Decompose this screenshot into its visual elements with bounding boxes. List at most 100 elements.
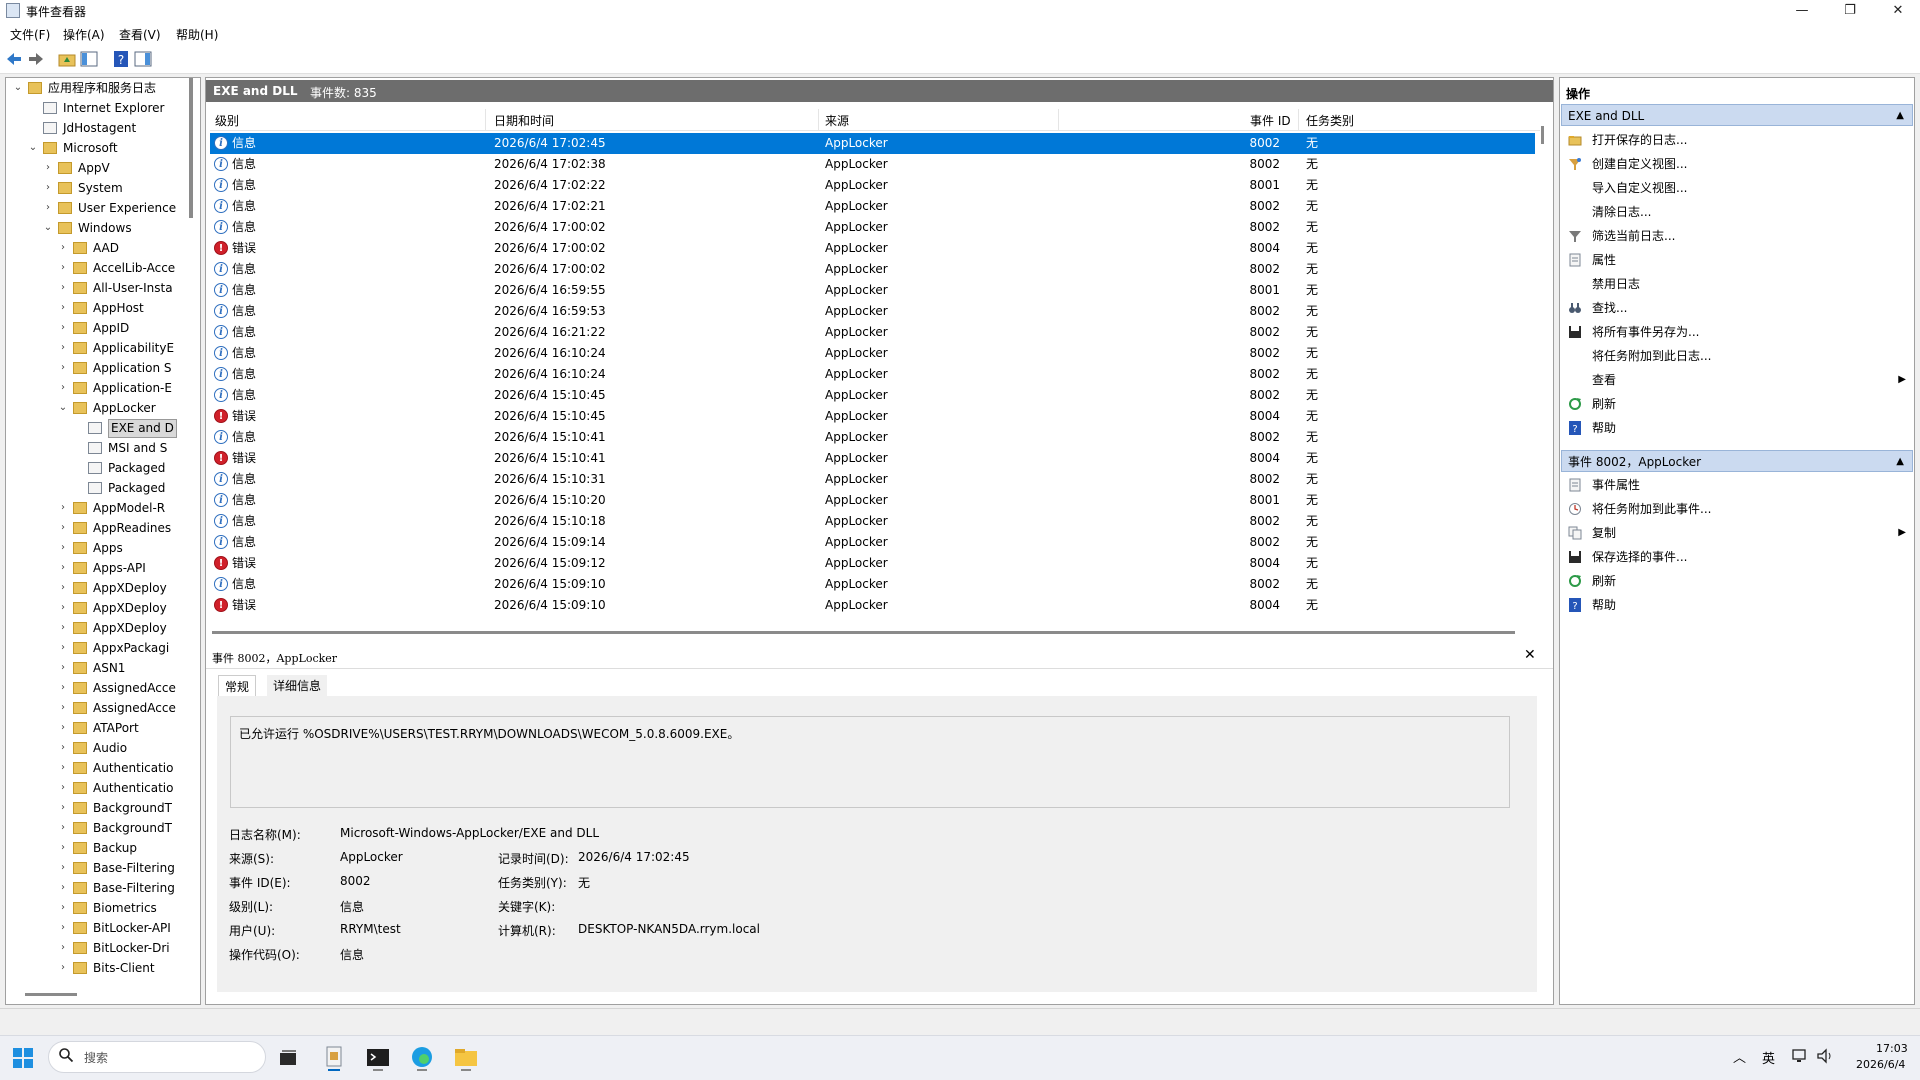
- tree-node[interactable]: › Audio: [6, 738, 186, 758]
- tree-node[interactable]: › BackgroundT: [6, 798, 186, 818]
- action-item[interactable]: 属性: [1562, 249, 1912, 271]
- action-item[interactable]: 复制 ▶: [1562, 522, 1912, 544]
- tree-node[interactable]: › AccelLib-Acce: [6, 258, 186, 278]
- tree-node[interactable]: Internet Explorer: [6, 98, 186, 118]
- chevron-right-icon[interactable]: ›: [57, 318, 69, 338]
- chevron-right-icon[interactable]: ›: [57, 818, 69, 838]
- action-item[interactable]: 打开保存的日志...: [1562, 129, 1912, 151]
- chevron-right-icon[interactable]: ›: [57, 638, 69, 658]
- column-datetime[interactable]: 日期和时间: [494, 112, 554, 129]
- tree-node[interactable]: MSI and S: [6, 438, 186, 458]
- event-description[interactable]: 已允许运行 %OSDRIVE%\USERS\TEST.RRYM\DOWNLOAD…: [230, 716, 1510, 808]
- event-row[interactable]: i 信息 2026/6/4 17:00:02 AppLocker 8002 无: [210, 217, 1535, 238]
- chevron-right-icon[interactable]: ›: [57, 498, 69, 518]
- tree-node[interactable]: › Application-E: [6, 378, 186, 398]
- tree-node[interactable]: › Base-Filtering: [6, 858, 186, 878]
- chevron-right-icon[interactable]: ›: [57, 858, 69, 878]
- column-separator[interactable]: [485, 109, 486, 131]
- tree-node[interactable]: › BitLocker-API: [6, 918, 186, 938]
- event-row[interactable]: i 信息 2026/6/4 16:10:24 AppLocker 8002 无: [210, 364, 1535, 385]
- chevron-right-icon[interactable]: ›: [57, 558, 69, 578]
- event-row[interactable]: ! 错误 2026/6/4 15:10:45 AppLocker 8004 无: [210, 406, 1535, 427]
- action-item[interactable]: 事件属性: [1562, 474, 1912, 496]
- event-row[interactable]: i 信息 2026/6/4 16:59:53 AppLocker 8002 无: [210, 301, 1535, 322]
- tree-node[interactable]: ⌄ Microsoft: [6, 138, 186, 158]
- chevron-right-icon[interactable]: ›: [57, 298, 69, 318]
- collapse-icon[interactable]: ▲: [1896, 451, 1904, 473]
- chevron-right-icon[interactable]: ›: [57, 758, 69, 778]
- action-item[interactable]: 查找...: [1562, 297, 1912, 319]
- chevron-right-icon[interactable]: ›: [57, 538, 69, 558]
- volume-icon[interactable]: [1816, 1048, 1834, 1064]
- tree-node[interactable]: EXE and D: [6, 418, 186, 438]
- tree-node[interactable]: › AppXDeploy: [6, 578, 186, 598]
- close-detail-icon[interactable]: ✕: [1524, 647, 1536, 663]
- taskbar-search-box[interactable]: [48, 1041, 266, 1073]
- show-hide-tree-icon[interactable]: [80, 50, 98, 68]
- column-task-category[interactable]: 任务类别: [1306, 112, 1354, 129]
- chevron-right-icon[interactable]: ›: [42, 198, 54, 218]
- tree-node[interactable]: ⌄ Windows: [6, 218, 186, 238]
- chevron-right-icon[interactable]: ›: [57, 238, 69, 258]
- chevron-right-icon[interactable]: ›: [57, 878, 69, 898]
- action-item[interactable]: 将所有事件另存为...: [1562, 321, 1912, 343]
- tree-node[interactable]: Packaged: [6, 478, 186, 498]
- chevron-right-icon[interactable]: ›: [57, 918, 69, 938]
- tree-node[interactable]: › Bits-Client: [6, 958, 186, 978]
- tree-node[interactable]: › AppID: [6, 318, 186, 338]
- restore-button[interactable]: ❐: [1828, 0, 1872, 22]
- clock-date[interactable]: 2026/6/4: [1856, 1058, 1905, 1071]
- chevron-right-icon[interactable]: ›: [57, 698, 69, 718]
- tree-node[interactable]: JdHostagent: [6, 118, 186, 138]
- action-item[interactable]: 清除日志...: [1562, 201, 1912, 223]
- event-row[interactable]: i 信息 2026/6/4 17:02:38 AppLocker 8002 无: [210, 154, 1535, 175]
- folder-up-icon[interactable]: [58, 50, 76, 68]
- menu-help[interactable]: 帮助(H): [176, 26, 218, 43]
- chevron-right-icon[interactable]: ›: [57, 578, 69, 598]
- chevron-right-icon[interactable]: ›: [57, 518, 69, 538]
- windows-start-icon[interactable]: [12, 1047, 34, 1069]
- event-row[interactable]: i 信息 2026/6/4 17:02:21 AppLocker 8002 无: [210, 196, 1535, 217]
- edge-browser-icon[interactable]: [408, 1044, 436, 1072]
- back-arrow-icon[interactable]: [5, 50, 23, 68]
- chevron-right-icon[interactable]: ›: [57, 258, 69, 278]
- tree-node[interactable]: › AssignedAcce: [6, 678, 186, 698]
- chevron-right-icon[interactable]: ›: [57, 898, 69, 918]
- tree-node[interactable]: › AssignedAcce: [6, 698, 186, 718]
- chevron-right-icon[interactable]: ›: [57, 838, 69, 858]
- event-row[interactable]: i 信息 2026/6/4 17:00:02 AppLocker 8002 无: [210, 259, 1535, 280]
- event-row[interactable]: i 信息 2026/6/4 16:10:24 AppLocker 8002 无: [210, 343, 1535, 364]
- chevron-right-icon[interactable]: ›: [57, 678, 69, 698]
- event-row[interactable]: i 信息 2026/6/4 15:09:10 AppLocker 8002 无: [210, 574, 1535, 595]
- action-item[interactable]: 将任务附加到此日志...: [1562, 345, 1912, 367]
- action-item[interactable]: 导入自定义视图...: [1562, 177, 1912, 199]
- column-source[interactable]: 来源: [825, 112, 849, 129]
- chevron-right-icon[interactable]: ›: [57, 618, 69, 638]
- menu-file[interactable]: 文件(F): [10, 26, 50, 43]
- tree-node[interactable]: ⌄ 应用程序和服务日志: [6, 78, 186, 98]
- event-row[interactable]: i 信息 2026/6/4 15:10:45 AppLocker 8002 无: [210, 385, 1535, 406]
- chevron-right-icon[interactable]: ›: [57, 378, 69, 398]
- chevron-right-icon[interactable]: ›: [57, 278, 69, 298]
- tree-node[interactable]: › BackgroundT: [6, 818, 186, 838]
- tree-node[interactable]: › Biometrics: [6, 898, 186, 918]
- show-hidden-icons-icon[interactable]: ︿: [1733, 1047, 1746, 1066]
- chevron-right-icon[interactable]: ›: [57, 958, 69, 978]
- tree-node[interactable]: › Base-Filtering: [6, 878, 186, 898]
- tree-node[interactable]: › Authenticatio: [6, 758, 186, 778]
- tree-node[interactable]: › AppxPackagi: [6, 638, 186, 658]
- event-row[interactable]: ! 错误 2026/6/4 15:10:41 AppLocker 8004 无: [210, 448, 1535, 469]
- tree-node[interactable]: › AppHost: [6, 298, 186, 318]
- tree-node[interactable]: › AppXDeploy: [6, 598, 186, 618]
- action-item[interactable]: ? 帮助: [1562, 594, 1912, 616]
- event-row[interactable]: i 信息 2026/6/4 15:10:18 AppLocker 8002 无: [210, 511, 1535, 532]
- network-icon[interactable]: [1792, 1048, 1810, 1064]
- chevron-right-icon[interactable]: ›: [57, 938, 69, 958]
- event-row[interactable]: i 信息 2026/6/4 15:10:41 AppLocker 8002 无: [210, 427, 1535, 448]
- tree-node[interactable]: › System: [6, 178, 186, 198]
- tree-node[interactable]: › Apps: [6, 538, 186, 558]
- tree-node[interactable]: › AppV: [6, 158, 186, 178]
- action-item[interactable]: 创建自定义视图...: [1562, 153, 1912, 175]
- clock-time[interactable]: 17:03: [1876, 1042, 1908, 1055]
- tree-horizontal-scrollbar[interactable]: [25, 993, 77, 996]
